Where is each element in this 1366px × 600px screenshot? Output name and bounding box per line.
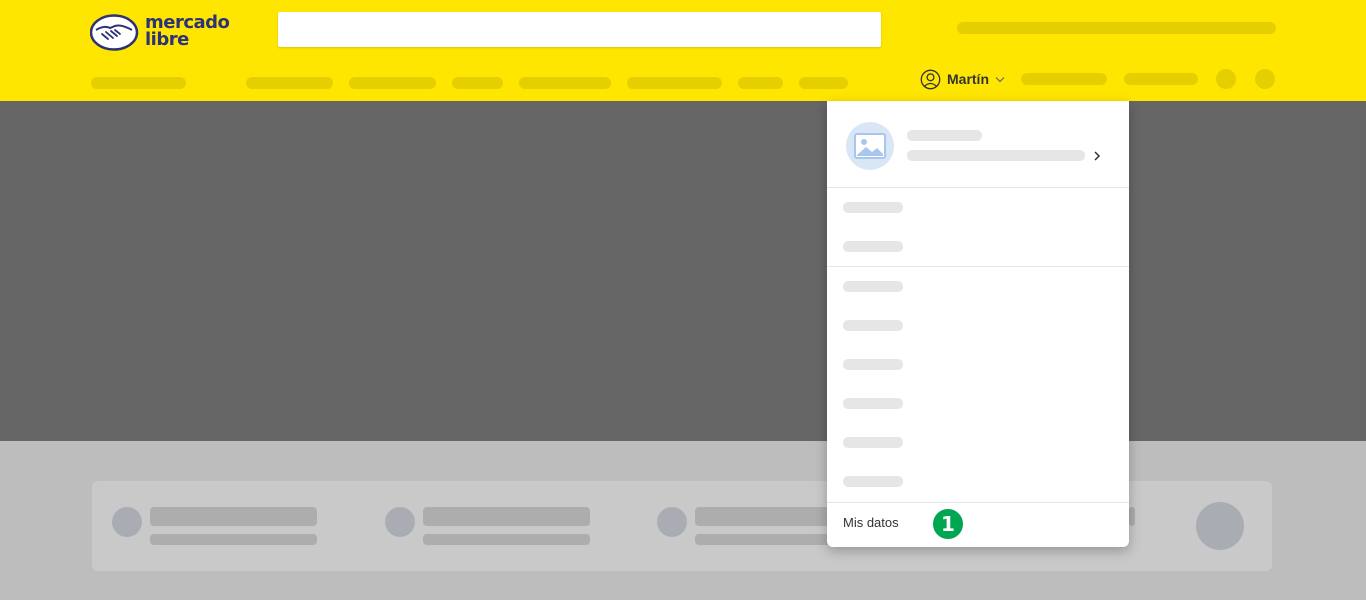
- nav-link-placeholder[interactable]: [1124, 73, 1198, 85]
- shortcut-subtitle-placeholder: [150, 534, 317, 545]
- nav-link-placeholder[interactable]: [1021, 73, 1107, 85]
- nav-item-placeholder[interactable]: [452, 77, 503, 89]
- menu-item-label-placeholder: [843, 359, 903, 370]
- nav-item-placeholder[interactable]: [799, 77, 848, 89]
- shortcut-icon: [385, 507, 415, 537]
- profile-subtitle-placeholder: [907, 150, 1085, 161]
- chevron-down-icon: [995, 76, 1005, 82]
- shortcut-title-placeholder: [150, 507, 317, 526]
- menu-item-label-placeholder: [843, 476, 903, 487]
- chevron-right-icon: [1094, 151, 1101, 161]
- menu-item-placeholder[interactable]: [827, 227, 1129, 266]
- profile-name-placeholder: [907, 130, 982, 141]
- logo-line-2: libre: [145, 29, 189, 50]
- user-dropdown-menu: Mis datos 1: [827, 101, 1129, 547]
- page-overlay[interactable]: [0, 101, 1366, 441]
- nav-item-placeholder[interactable]: [627, 77, 722, 89]
- shortcut-title-placeholder: [423, 507, 590, 526]
- menu-item-placeholder[interactable]: [827, 462, 1129, 501]
- menu-item-placeholder[interactable]: [827, 345, 1129, 384]
- menu-item-label-placeholder: [843, 320, 903, 331]
- favorites-icon[interactable]: [1216, 69, 1236, 89]
- promo-placeholder: [957, 22, 1276, 34]
- menu-item-placeholder[interactable]: [827, 188, 1129, 227]
- nav-item-placeholder[interactable]: [738, 77, 783, 89]
- shortcut-title-placeholder: [1129, 507, 1135, 526]
- menu-item-label-placeholder: [843, 202, 903, 213]
- profile-summary-link[interactable]: [827, 101, 1129, 187]
- shortcut-subtitle-placeholder: [423, 534, 590, 545]
- menu-divider: [827, 502, 1129, 503]
- menu-item-label-placeholder: [843, 437, 903, 448]
- shortcut-icon: [112, 507, 142, 537]
- menu-item-label-placeholder: [843, 398, 903, 409]
- cart-icon[interactable]: [1255, 69, 1275, 89]
- shortcut-icon: [657, 507, 687, 537]
- nav-item-placeholder[interactable]: [519, 77, 611, 89]
- user-name-label: Martín: [947, 71, 989, 87]
- step-badge: 1: [931, 507, 965, 541]
- user-icon: [920, 69, 941, 89]
- mercadolibre-logo-icon[interactable]: [90, 14, 140, 51]
- nav-item-placeholder[interactable]: [349, 77, 436, 89]
- avatar: [846, 122, 894, 170]
- location-placeholder[interactable]: [91, 77, 186, 89]
- menu-item-mis-datos[interactable]: Mis datos: [843, 515, 899, 530]
- menu-item-label-placeholder: [843, 241, 903, 252]
- nav-item-placeholder[interactable]: [246, 77, 333, 89]
- logo-wordmark[interactable]: mercado libre: [145, 14, 230, 50]
- search-input[interactable]: [278, 12, 881, 47]
- image-placeholder-icon: [854, 133, 886, 159]
- shortcut-more-icon: [1196, 502, 1244, 550]
- user-menu-button[interactable]: Martín: [920, 68, 1005, 90]
- menu-item-placeholder[interactable]: [827, 384, 1129, 423]
- menu-item-placeholder[interactable]: [827, 306, 1129, 345]
- menu-item-placeholder[interactable]: [827, 423, 1129, 462]
- menu-item-label-placeholder: [843, 281, 903, 292]
- menu-item-placeholder[interactable]: [827, 267, 1129, 306]
